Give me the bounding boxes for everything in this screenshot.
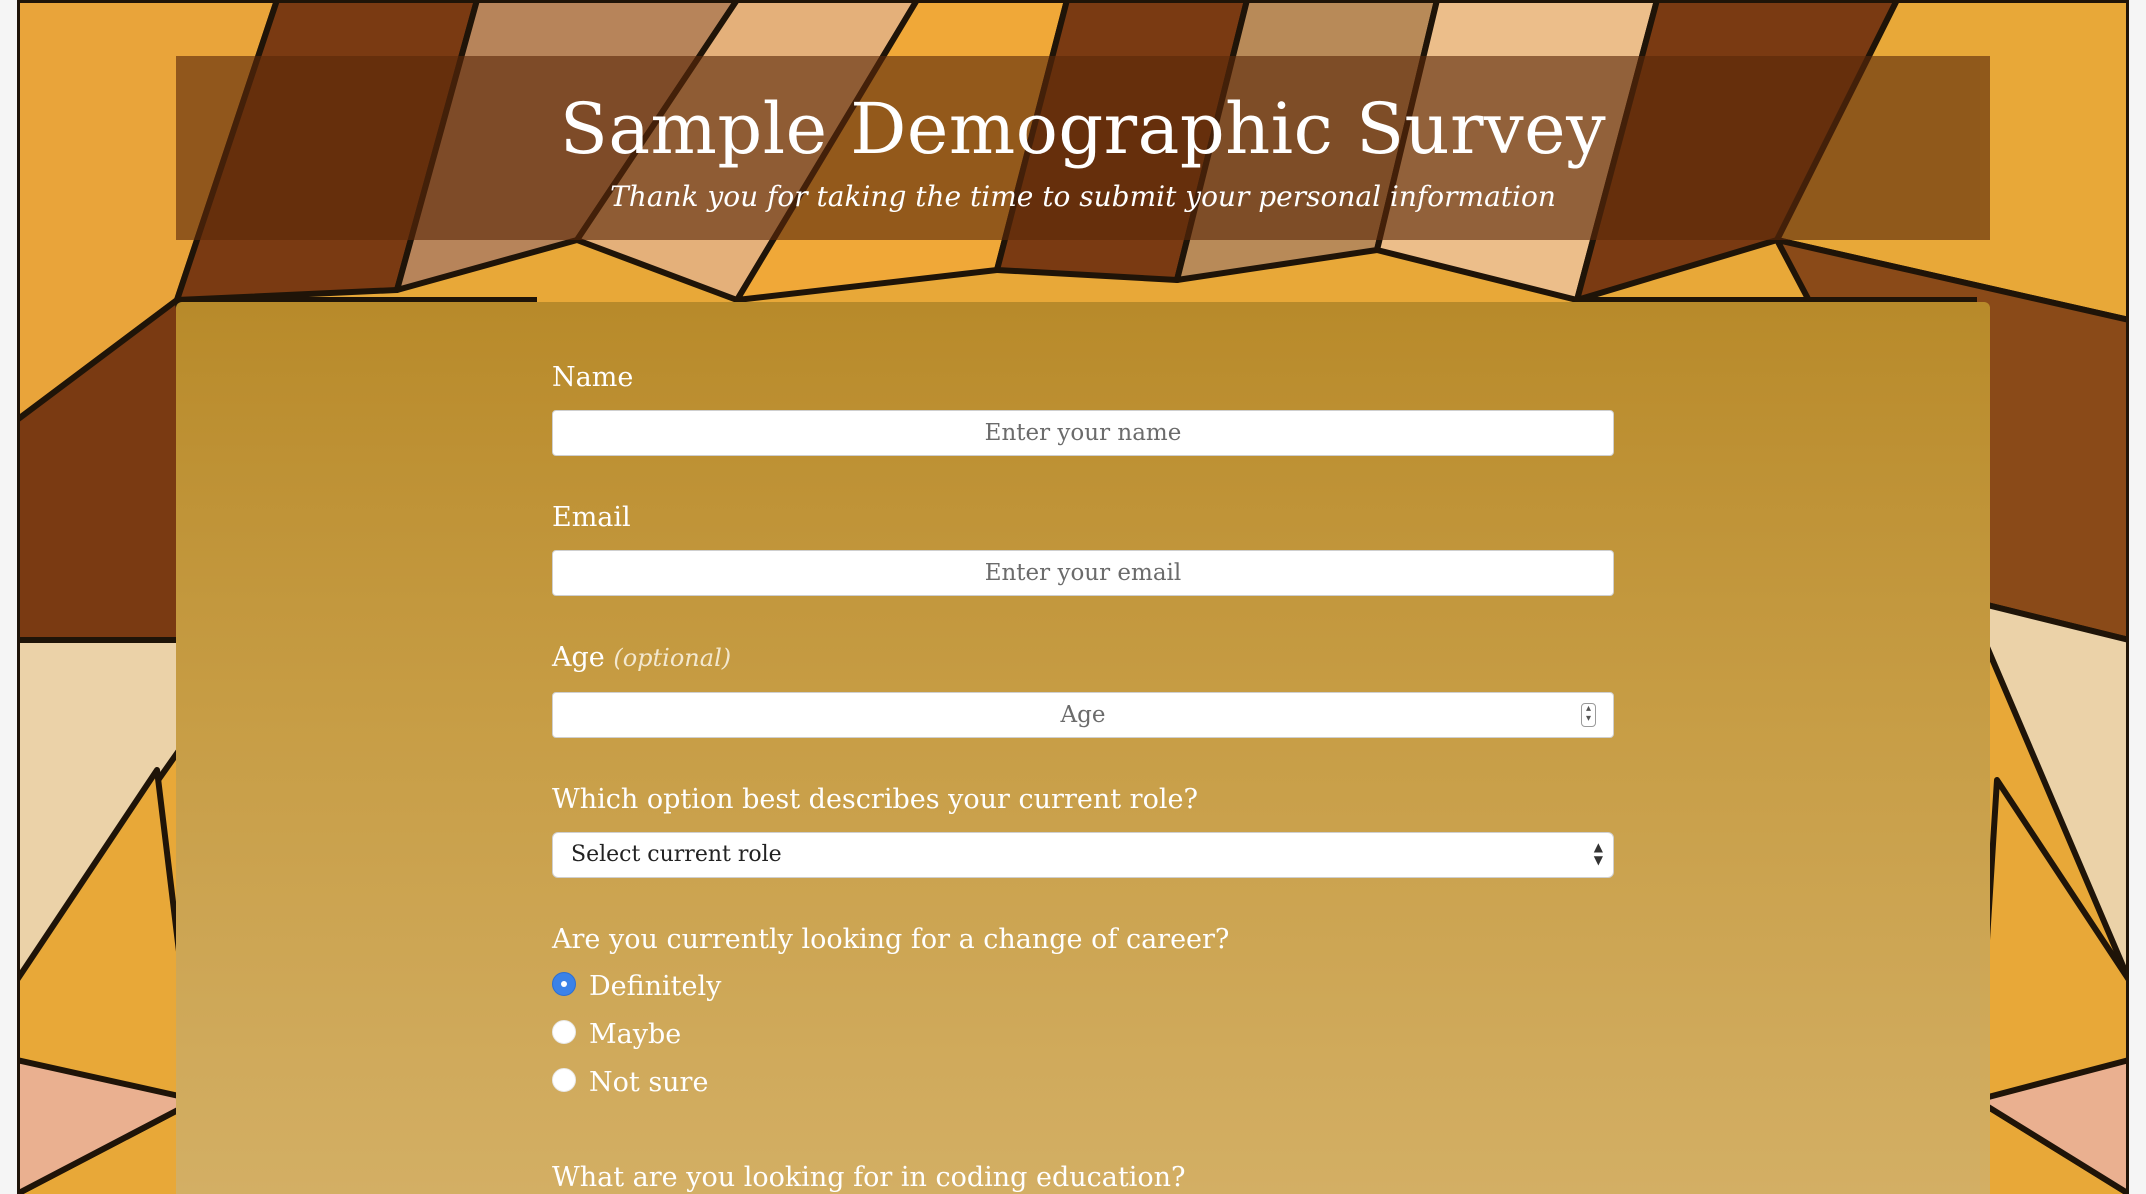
name-label: Name [552,362,634,393]
radio-option-definitely[interactable]: Definitely [552,966,721,1006]
radio-label: Maybe [589,1018,682,1050]
role-select-value: Select current role [571,842,782,867]
radio-button[interactable] [552,1068,576,1092]
role-label: Which option best describes your current… [552,784,1198,815]
page-margin-left [0,0,17,1194]
coding-education-label: What are you looking for in coding educa… [552,1162,1186,1193]
age-stepper[interactable]: ▴ ▾ [1581,703,1596,727]
email-label: Email [552,502,631,533]
name-input[interactable] [552,410,1614,456]
page-title: Sample Demographic Survey [559,88,1607,170]
email-input[interactable] [552,550,1614,596]
radio-label: Definitely [589,970,722,1002]
select-arrows-icon: ▲ ▼ [1593,840,1603,867]
age-label: Age [552,642,605,673]
career-change-label: Are you currently looking for a change o… [552,924,1230,955]
role-select[interactable]: Select current role ▲ ▼ [552,832,1614,878]
age-input[interactable] [552,692,1614,738]
age-optional-note: (optional) [613,644,732,672]
radio-option-maybe[interactable]: Maybe [552,1014,681,1054]
age-label-group: Age (optional) [552,642,731,673]
radio-button-checked[interactable] [552,972,576,996]
page-margin-right [2129,0,2146,1194]
radio-label: Not sure [589,1066,709,1098]
radio-option-not-sure[interactable]: Not sure [552,1062,708,1102]
radio-button[interactable] [552,1020,576,1044]
survey-form-panel: Name Email Age (optional) ▴▾ Which optio… [176,302,1990,1194]
survey-header: Sample Demographic Survey Thank you for … [176,56,1990,240]
page-subtitle: Thank you for taking the time to submit … [610,180,1556,213]
age-field-wrapper: ▴▾ [552,692,1614,738]
page: Sample Demographic Survey Thank you for … [0,0,2146,1194]
